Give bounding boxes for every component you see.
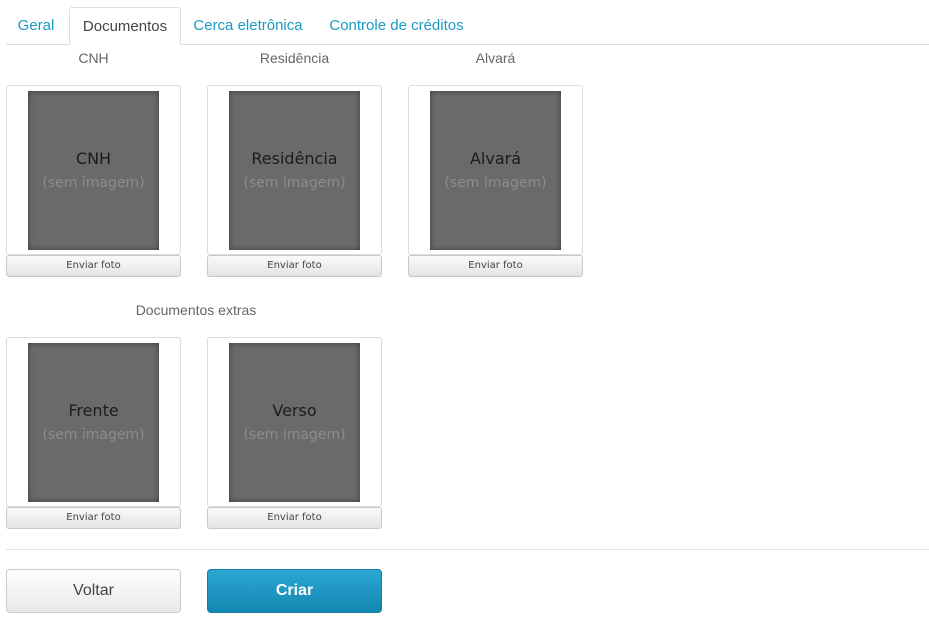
document-card-cnh[interactable]: CNH (sem imagem) [6,85,181,255]
image-placeholder: CNH (sem imagem) [28,91,159,250]
tab-cerca-eletronica[interactable]: Cerca eletrônica [183,7,313,45]
upload-photo-button-frente[interactable]: Enviar foto [6,507,181,529]
placeholder-title: Verso [272,401,317,420]
document-label-cnh: CNH [78,50,109,66]
document-card-verso[interactable]: Verso (sem imagem) [207,337,382,507]
upload-photo-button-cnh[interactable]: Enviar foto [6,255,181,277]
placeholder-subtitle: (sem imagem) [42,175,145,191]
upload-photo-button-residencia[interactable]: Enviar foto [207,255,382,277]
document-label-residencia: Residência [259,50,330,66]
image-placeholder: Frente (sem imagem) [28,343,159,502]
placeholder-subtitle: (sem imagem) [243,175,346,191]
document-label-alvara: Alvará [475,50,516,66]
image-placeholder: Residência (sem imagem) [229,91,360,250]
tab-bar: Geral Documentos Cerca eletrônica Contro… [6,7,929,45]
document-card-alvara[interactable]: Alvará (sem imagem) [408,85,583,255]
placeholder-title: Frente [68,401,119,420]
placeholder-title: Alvará [469,149,522,168]
extras-section-label: Documentos extras [135,302,257,318]
placeholder-subtitle: (sem imagem) [42,427,145,443]
divider [6,549,929,550]
placeholder-title: CNH [75,149,112,168]
placeholder-subtitle: (sem imagem) [444,175,547,191]
document-card-frente[interactable]: Frente (sem imagem) [6,337,181,507]
upload-photo-button-alvara[interactable]: Enviar foto [408,255,583,277]
tab-geral[interactable]: Geral [6,7,66,45]
tab-controle-de-creditos[interactable]: Controle de créditos [319,7,474,45]
placeholder-subtitle: (sem imagem) [243,427,346,443]
back-button[interactable]: Voltar [6,569,181,613]
document-card-residencia[interactable]: Residência (sem imagem) [207,85,382,255]
image-placeholder: Verso (sem imagem) [229,343,360,502]
create-button[interactable]: Criar [207,569,382,613]
tab-documentos[interactable]: Documentos [69,7,181,45]
image-placeholder: Alvará (sem imagem) [430,91,561,250]
upload-photo-button-verso[interactable]: Enviar foto [207,507,382,529]
placeholder-title: Residência [251,149,338,168]
